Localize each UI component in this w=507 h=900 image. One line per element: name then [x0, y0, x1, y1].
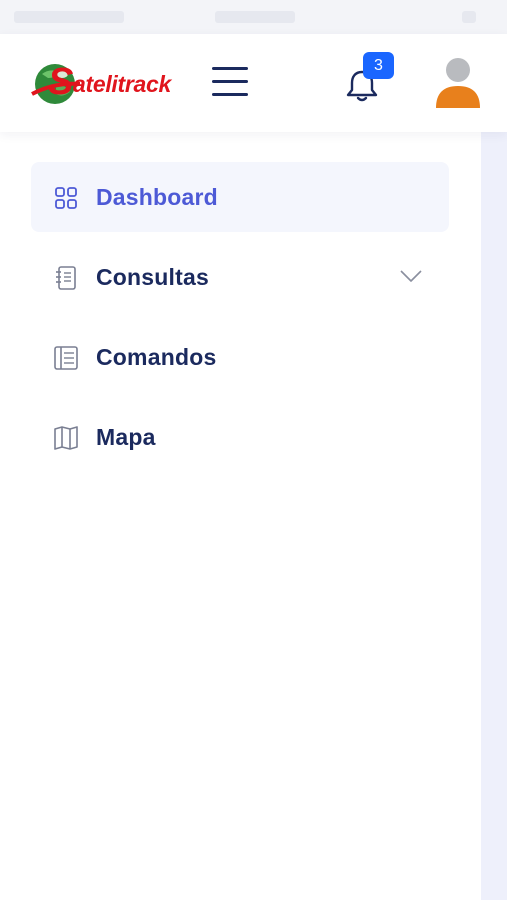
app-header: S atelitrack 3 — [0, 34, 507, 132]
sidebar-item-consultas[interactable]: Consultas — [31, 242, 449, 312]
status-bar — [0, 0, 507, 34]
sidebar-item-label: Comandos — [96, 344, 217, 370]
sidebar-item-comandos[interactable]: Comandos — [31, 322, 449, 392]
notebook-icon — [56, 266, 76, 290]
chevron-down-icon[interactable] — [399, 268, 423, 284]
hamburger-icon — [212, 67, 248, 96]
hamburger-menu-button[interactable] — [210, 64, 252, 100]
main-content-area — [481, 132, 507, 900]
sidebar-item-label: Mapa — [96, 424, 156, 450]
satelitrack-logo[interactable]: S atelitrack — [30, 60, 185, 108]
notification-count-badge: 3 — [363, 52, 394, 79]
list-panel-icon — [54, 346, 78, 370]
brand-name: atelitrack — [73, 71, 172, 97]
sidebar-item-label: Consultas — [96, 264, 209, 290]
brand-initial: S — [48, 61, 74, 103]
sidebar-item-dashboard[interactable]: Dashboard — [31, 162, 449, 232]
sidebar-item-label: Dashboard — [96, 184, 218, 210]
sidebar-item-mapa[interactable]: Mapa — [31, 402, 449, 472]
user-avatar-button[interactable] — [433, 56, 483, 110]
map-icon — [54, 426, 78, 450]
avatar-icon — [436, 58, 480, 108]
grid-icon — [55, 187, 77, 209]
sidebar-nav: Dashboard Consultas Comandos Mapa — [0, 132, 481, 900]
